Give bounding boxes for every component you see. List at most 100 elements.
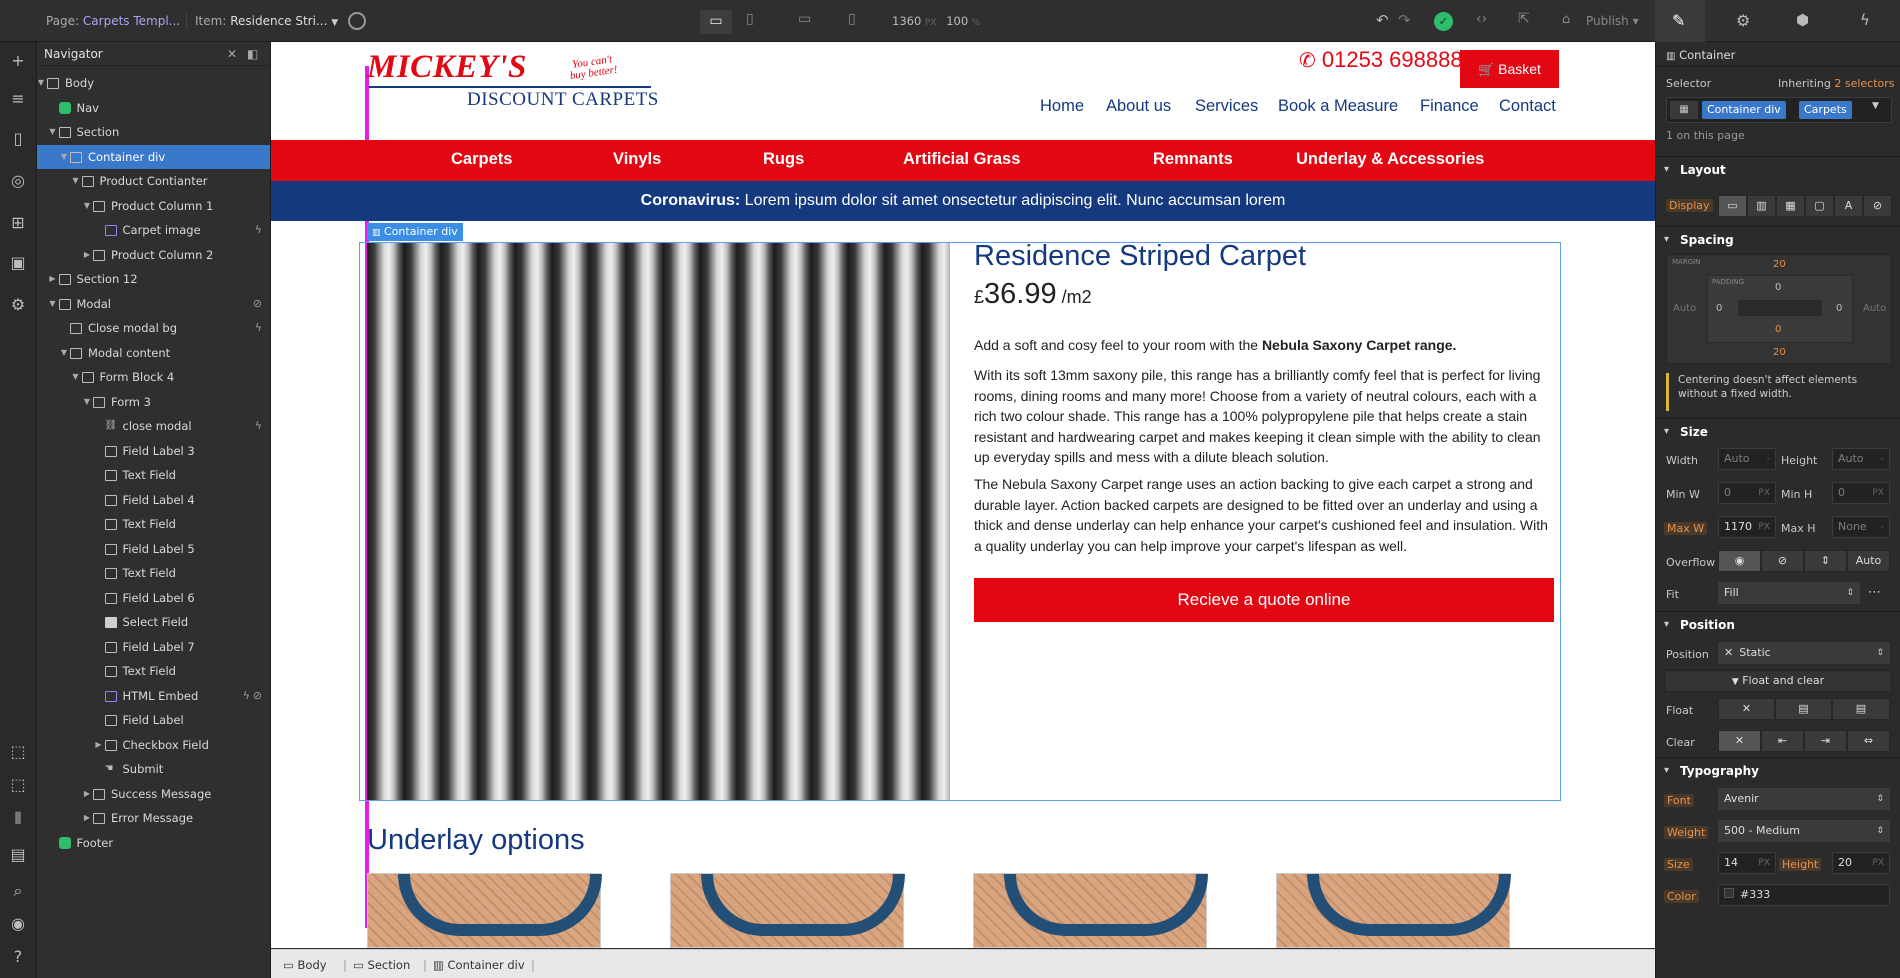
underlay-heading[interactable]: Underlay options <box>367 824 585 857</box>
product-description-2[interactable]: The Nebula Saxony Carpet range uses an a… <box>974 474 1558 556</box>
color-swatch[interactable] <box>1724 888 1734 898</box>
navigator-row[interactable]: ▶ Product Column 2 <box>37 243 270 268</box>
nav-services[interactable]: Services <box>1195 97 1258 116</box>
max-height-input[interactable]: None - <box>1832 516 1890 538</box>
navigator-row[interactable]: ☚ Submit <box>37 757 270 782</box>
nav-home[interactable]: Home <box>1040 97 1084 116</box>
category-underlay[interactable]: Underlay & Accessories <box>1296 150 1484 169</box>
navigator-row[interactable]: Close modal bg ϟ <box>37 316 270 341</box>
category-carpets[interactable]: Carpets <box>451 150 512 169</box>
navigator-row[interactable]: Text Field <box>37 561 270 586</box>
assets-icon[interactable]: ▣ <box>7 252 29 274</box>
navigator-row[interactable]: Text Field <box>37 463 270 488</box>
width-input[interactable]: Auto - <box>1718 448 1776 470</box>
preview-icon[interactable]: ⬚ <box>7 774 29 796</box>
margin-right-value[interactable]: Auto <box>1863 303 1886 314</box>
nav-contact[interactable]: Contact <box>1499 97 1556 116</box>
navigator-row[interactable]: Field Label 3 <box>37 439 270 464</box>
navigator-row[interactable]: ▼ Body <box>37 71 270 96</box>
settings-tab-icon[interactable]: ⚙ <box>1736 11 1750 30</box>
mobile-breakpoint-icon[interactable]: ▯ <box>848 11 856 27</box>
font-select[interactable]: Avenir ⇕ <box>1718 788 1890 810</box>
nav-book-measure[interactable]: Book a Measure <box>1278 97 1398 116</box>
chevron-down-icon[interactable]: ▼ <box>60 341 68 366</box>
chevron-down-icon[interactable]: ▼ <box>60 145 68 170</box>
add-icon[interactable]: + <box>7 50 29 72</box>
weight-select[interactable]: 500 - Medium ⇕ <box>1718 820 1890 842</box>
overflow-scroll-button[interactable]: ⇕ <box>1804 550 1847 572</box>
navigator-row[interactable]: ▼ Product Column 1 <box>37 194 270 219</box>
cms-icon[interactable]: ◎ <box>7 170 29 192</box>
saved-check-icon[interactable]: ✓ <box>1434 12 1453 31</box>
float-right-button[interactable]: ▤ <box>1832 698 1890 720</box>
navigator-row[interactable]: ▼ Product Contianter <box>37 169 270 194</box>
min-height-input[interactable]: 0 PX <box>1832 482 1890 504</box>
desktop-breakpoint-icon[interactable]: ▭ <box>700 10 732 34</box>
preview-eye-icon[interactable] <box>348 12 366 30</box>
navigator-row[interactable]: HTML Embed ϟ ⊘ <box>37 684 270 709</box>
clear-left-button[interactable]: ⇤ <box>1761 730 1804 752</box>
navigator-row[interactable]: ▶ Section 12 <box>37 267 270 292</box>
navigator-row[interactable]: Field Label 6 <box>37 586 270 611</box>
chevron-right-icon[interactable]: ▶ <box>49 267 57 292</box>
display-inline-block-button[interactable]: ▢ <box>1805 195 1834 217</box>
padding-right-value[interactable]: 0 <box>1836 303 1842 314</box>
padding-left-value[interactable]: 0 <box>1716 303 1722 314</box>
phone-link[interactable]: ✆ 01253 698888 <box>1299 47 1463 73</box>
product-intro[interactable]: Add a soft and cosy feel to your room wi… <box>974 335 1558 356</box>
underlay-image[interactable] <box>1276 873 1511 948</box>
max-width-input[interactable]: 1170 PX <box>1718 516 1776 538</box>
dock-icon[interactable]: ◧ <box>247 42 258 66</box>
navigator-row[interactable]: Footer <box>37 831 270 856</box>
display-none-button[interactable]: ⊘ <box>1863 195 1892 217</box>
navigator-row[interactable]: Field Label 7 <box>37 635 270 660</box>
navigator-row[interactable]: ⛓ close modal ϟ <box>37 414 270 439</box>
breadcrumb-body[interactable]: ▭ Body <box>283 957 327 973</box>
nav-about[interactable]: About us <box>1106 97 1171 116</box>
layout-section-header[interactable]: Layout <box>1656 156 1900 183</box>
export-icon[interactable]: ⇱ <box>1518 11 1530 27</box>
navigator-row[interactable]: Select Field <box>37 610 270 635</box>
navigator-row[interactable]: ▼ Form 3 <box>37 390 270 415</box>
overflow-hidden-button[interactable]: ⊘ <box>1761 550 1804 572</box>
settings-icon[interactable]: ⚙ <box>7 294 29 316</box>
code-icon[interactable]: ‹› <box>1476 11 1487 27</box>
style-tab[interactable]: ✎ <box>1655 0 1705 42</box>
padding-bottom-value[interactable]: 0 <box>1775 324 1781 335</box>
typography-section-header[interactable]: Typography <box>1656 757 1900 784</box>
page-selector[interactable]: Page: Carpets Templ... <box>46 14 180 28</box>
navigator-row[interactable]: ▼ Container div <box>37 144 270 170</box>
item-selector[interactable]: Item: Residence Stri... ▼ <box>195 14 338 28</box>
lightning-tab-icon[interactable]: ϟ <box>1860 11 1870 29</box>
breadcrumb-container[interactable]: ▥ Container div <box>433 957 525 973</box>
margin-box[interactable]: MARGIN 20 20 Auto Auto PADDING 0 0 0 0 <box>1666 254 1892 364</box>
category-rugs[interactable]: Rugs <box>763 150 804 169</box>
help-icon[interactable]: ? <box>7 946 29 968</box>
collapse-icon[interactable]: ✕ <box>227 42 237 66</box>
breadcrumb-section[interactable]: ▭ Section <box>353 957 410 973</box>
navigator-row[interactable]: Carpet image ϟ <box>37 218 270 243</box>
product-description-1[interactable]: With its soft 13mm saxony pile, this ran… <box>974 365 1558 468</box>
selection-tag[interactable]: ▥ Container div <box>367 223 463 241</box>
more-icon[interactable]: ⋯ <box>1868 585 1881 600</box>
overflow-auto-button[interactable]: Auto <box>1847 550 1890 572</box>
navigator-row[interactable]: ▶ Checkbox Field <box>37 733 270 758</box>
overflow-visible-button[interactable]: ◉ <box>1718 550 1761 572</box>
basket-button[interactable]: 🛒 Basket <box>1460 50 1559 88</box>
navigator-row[interactable]: ▼ Section <box>37 120 270 145</box>
underlay-image[interactable] <box>367 873 602 948</box>
users-icon[interactable]: ◉ <box>7 913 29 935</box>
margin-left-value[interactable]: Auto <box>1673 303 1696 314</box>
underlay-image[interactable] <box>670 873 905 948</box>
navigator-row[interactable]: Field Label 4 <box>37 488 270 513</box>
category-artificial-grass[interactable]: Artificial Grass <box>903 150 1020 169</box>
selector-state-icon[interactable]: ▦ <box>1670 101 1698 119</box>
category-vinyls[interactable]: Vinyls <box>613 150 661 169</box>
float-left-button[interactable]: ▤ <box>1775 698 1832 720</box>
product-title[interactable]: Residence Striped Carpet <box>974 240 1306 273</box>
position-section-header[interactable]: Position <box>1656 611 1900 638</box>
clear-none-button[interactable]: ✕ <box>1718 730 1761 752</box>
margin-bottom-value[interactable]: 20 <box>1773 347 1786 358</box>
navigator-row[interactable]: ▼ Form Block 4 <box>37 365 270 390</box>
float-none-button[interactable]: ✕ <box>1718 698 1775 720</box>
